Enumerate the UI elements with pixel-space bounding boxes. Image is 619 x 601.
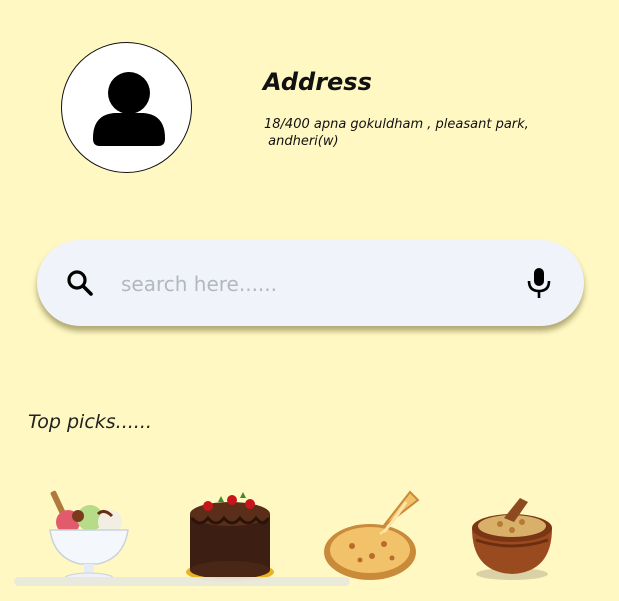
pick-biryani[interactable] — [464, 488, 564, 588]
pick-pizza[interactable] — [322, 488, 422, 588]
microphone-icon[interactable] — [525, 267, 553, 299]
address-line-1: 18/400 apna gokuldham , pleasant park, — [264, 117, 529, 132]
search-bar[interactable] — [37, 240, 584, 326]
chocolate-cake-icon — [186, 492, 274, 582]
horizontal-scrollbar[interactable] — [14, 577, 350, 586]
ice-cream-sundae-icon — [49, 490, 129, 584]
pick-ice-cream-sundae[interactable] — [38, 488, 138, 588]
profile-avatar[interactable] — [61, 42, 192, 173]
address-text: 18/400 apna gokuldham , pleasant park, a… — [264, 116, 574, 150]
search-icon[interactable] — [65, 268, 95, 298]
scrollbar-thumb[interactable] — [14, 577, 350, 586]
pick-chocolate-cake[interactable] — [180, 488, 280, 588]
top-picks-heading: Top picks...... — [28, 411, 152, 433]
address-title: Address — [263, 68, 372, 96]
address-line-2: andheri(w) — [264, 134, 339, 149]
search-input[interactable] — [121, 268, 491, 300]
biryani-icon — [472, 498, 552, 580]
pizza-icon — [324, 490, 420, 580]
person-icon — [93, 72, 165, 146]
